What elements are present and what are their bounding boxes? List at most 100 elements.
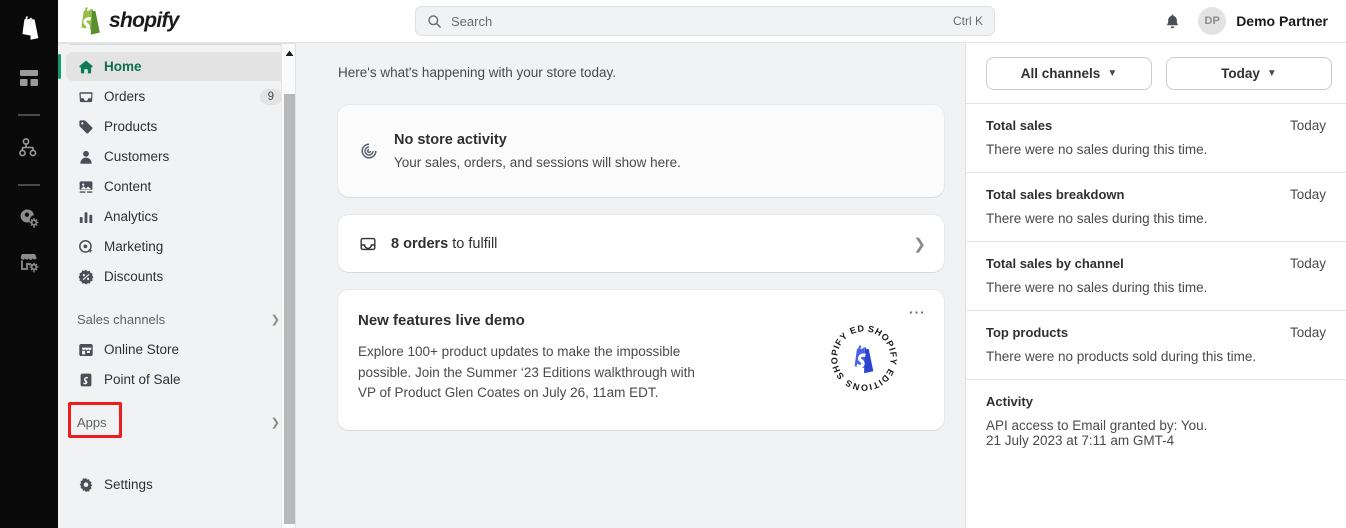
rail-divider xyxy=(18,114,40,116)
sidebar-item-analytics[interactable]: Analytics xyxy=(66,202,288,231)
sidebar-item-point-of-sale[interactable]: Point of Sale xyxy=(66,365,288,394)
insight-title: Top products xyxy=(986,325,1069,340)
page-subtitle: Here's what's happening with your store … xyxy=(338,65,617,80)
apps-label: Apps xyxy=(77,414,107,430)
marketing-target-icon xyxy=(77,238,94,255)
insight-body: There were no sales during this time. xyxy=(986,142,1208,157)
products-tag-icon xyxy=(77,118,94,135)
sidebar-item-customers[interactable]: Customers xyxy=(66,142,288,171)
sidebar-item-online-store[interactable]: Online Store xyxy=(66,335,288,364)
orders-to-fulfill-card[interactable]: 8 orders to fulfill ❯ xyxy=(338,215,944,272)
sidebar-item-label: Home xyxy=(104,59,142,74)
shopify-brand[interactable]: shopify xyxy=(58,6,415,36)
user-name: Demo Partner xyxy=(1236,13,1328,29)
insight-body: There were no sales during this time. xyxy=(986,211,1208,226)
insight-section-activity[interactable]: Activity API access to Email granted by:… xyxy=(966,379,1346,463)
online-store-icon xyxy=(77,341,94,358)
sidebar-scrollbar-thumb[interactable] xyxy=(284,94,295,524)
orders-rest: to fulfill xyxy=(448,235,498,252)
global-search-wrap: Search Ctrl K xyxy=(415,6,995,36)
discounts-badge-icon xyxy=(77,268,94,285)
sidebar-item-label: Marketing xyxy=(104,239,164,254)
store-activity-title: No store activity xyxy=(394,132,507,148)
sidebar-item-discounts[interactable]: Discounts xyxy=(66,262,288,291)
sidebar-item-settings[interactable]: Settings xyxy=(66,470,288,499)
sidebar-item-products[interactable]: Products xyxy=(66,112,288,141)
chevron-right-icon: ❯ xyxy=(270,313,280,326)
account-settings-icon[interactable] xyxy=(9,198,49,238)
sidebar-item-label: Customers xyxy=(104,149,170,164)
sidebar-item-home[interactable]: Home xyxy=(58,52,288,81)
user-menu[interactable]: DP Demo Partner xyxy=(1198,7,1328,35)
shopify-editions-badge-icon: SHOPIFY EDITIONS SHOPIFY EDITIONS xyxy=(828,322,898,393)
top-bar-right: DP Demo Partner xyxy=(995,7,1346,35)
top-bar: shopify Search Ctrl K DP Demo Partner xyxy=(58,0,1346,43)
nav-top-divider xyxy=(70,44,288,45)
store-activity-card: No store activity Your sales, orders, an… xyxy=(338,105,944,197)
insight-section-total-sales[interactable]: Total sales Today There were no sales du… xyxy=(966,103,1346,172)
search-icon xyxy=(428,14,441,28)
body-row: Home Orders 9 Products Customers Content… xyxy=(58,43,1346,528)
insight-section-total-sales-breakdown[interactable]: Total sales breakdown Today There were n… xyxy=(966,172,1346,241)
sidebar-item-label: Products xyxy=(104,119,158,134)
insight-body-timestamp: 21 July 2023 at 7:11 am GMT-4 xyxy=(986,433,1175,448)
sidebar-nav: Home Orders 9 Products Customers Content… xyxy=(58,43,296,528)
insight-timeframe: Today xyxy=(1289,187,1326,202)
brand-wordmark: shopify xyxy=(109,9,179,32)
sidebar-item-marketing[interactable]: Marketing xyxy=(66,232,288,261)
channel-filter-button[interactable]: All channels ▼ xyxy=(986,57,1152,90)
sidebar-item-label: Content xyxy=(104,179,152,194)
chevron-right-icon[interactable]: ❯ xyxy=(913,235,926,253)
chevron-down-icon: ▼ xyxy=(1107,68,1118,79)
store-activity-spiral-icon xyxy=(358,140,380,162)
insight-timeframe: Today xyxy=(1289,118,1326,133)
avatar: DP xyxy=(1198,7,1227,35)
orders-inbox-icon xyxy=(77,88,94,105)
insight-section-total-sales-by-channel[interactable]: Total sales by channel Today There were … xyxy=(966,241,1346,310)
insight-section-top-products[interactable]: Top products Today There were no product… xyxy=(966,310,1346,379)
content-image-icon xyxy=(77,178,94,195)
insight-title: Total sales xyxy=(986,118,1053,133)
shopify-admin-window: shopify Search Ctrl K DP Demo Partner Ho… xyxy=(0,0,1346,528)
app-rail xyxy=(0,0,58,528)
sidebar-item-apps[interactable]: Apps ❯ xyxy=(66,402,288,438)
bell-icon xyxy=(1166,14,1178,28)
insight-body: There were no products sold during this … xyxy=(986,349,1257,364)
sales-channels-label: Sales channels xyxy=(77,311,166,327)
settings-gear-icon xyxy=(77,476,94,493)
more-options-icon[interactable]: ⋯ xyxy=(908,304,926,321)
insight-title: Total sales breakdown xyxy=(986,187,1125,202)
sidebar-item-orders[interactable]: Orders 9 xyxy=(66,82,288,111)
insight-title: Total sales by channel xyxy=(986,256,1124,271)
home-icon xyxy=(77,58,94,75)
channel-filter-label: All channels xyxy=(1020,66,1101,81)
point-of-sale-icon xyxy=(77,371,94,388)
customers-person-icon xyxy=(77,148,94,165)
insight-body: API access to Email granted by: You. xyxy=(986,418,1208,433)
network-icon[interactable] xyxy=(9,128,49,168)
sidebar-item-content[interactable]: Content xyxy=(66,172,288,201)
insight-title: Activity xyxy=(986,394,1033,409)
sidebar-item-label: Discounts xyxy=(104,269,164,284)
store-settings-icon[interactable] xyxy=(9,242,49,282)
rail-divider xyxy=(18,184,40,186)
sidebar-item-label: Point of Sale xyxy=(104,372,181,387)
sidebar-item-label: Online Store xyxy=(104,342,180,357)
insight-body: There were no sales during this time. xyxy=(986,280,1208,295)
dashboard-icon[interactable] xyxy=(9,58,49,98)
date-filter-button[interactable]: Today ▼ xyxy=(1166,57,1332,90)
store-activity-subtitle: Your sales, orders, and sessions will sh… xyxy=(394,155,681,170)
insight-timeframe: Today xyxy=(1289,256,1326,271)
analytics-bar-chart-icon xyxy=(77,208,94,225)
insight-timeframe: Today xyxy=(1289,325,1326,340)
scroll-up-arrow-icon[interactable] xyxy=(282,47,296,60)
orders-count-badge: 9 xyxy=(259,88,282,105)
shopify-logo-icon[interactable] xyxy=(9,8,49,48)
sidebar-item-label: Orders xyxy=(104,89,146,104)
promo-title: New features live demo xyxy=(358,312,525,329)
notifications-button[interactable] xyxy=(1158,7,1186,35)
sales-channels-header[interactable]: Sales channels ❯ xyxy=(66,305,288,333)
sidebar-scrollbar[interactable] xyxy=(281,44,296,528)
search-input[interactable]: Search Ctrl K xyxy=(415,6,995,36)
shopify-bag-logo-icon xyxy=(81,6,100,35)
